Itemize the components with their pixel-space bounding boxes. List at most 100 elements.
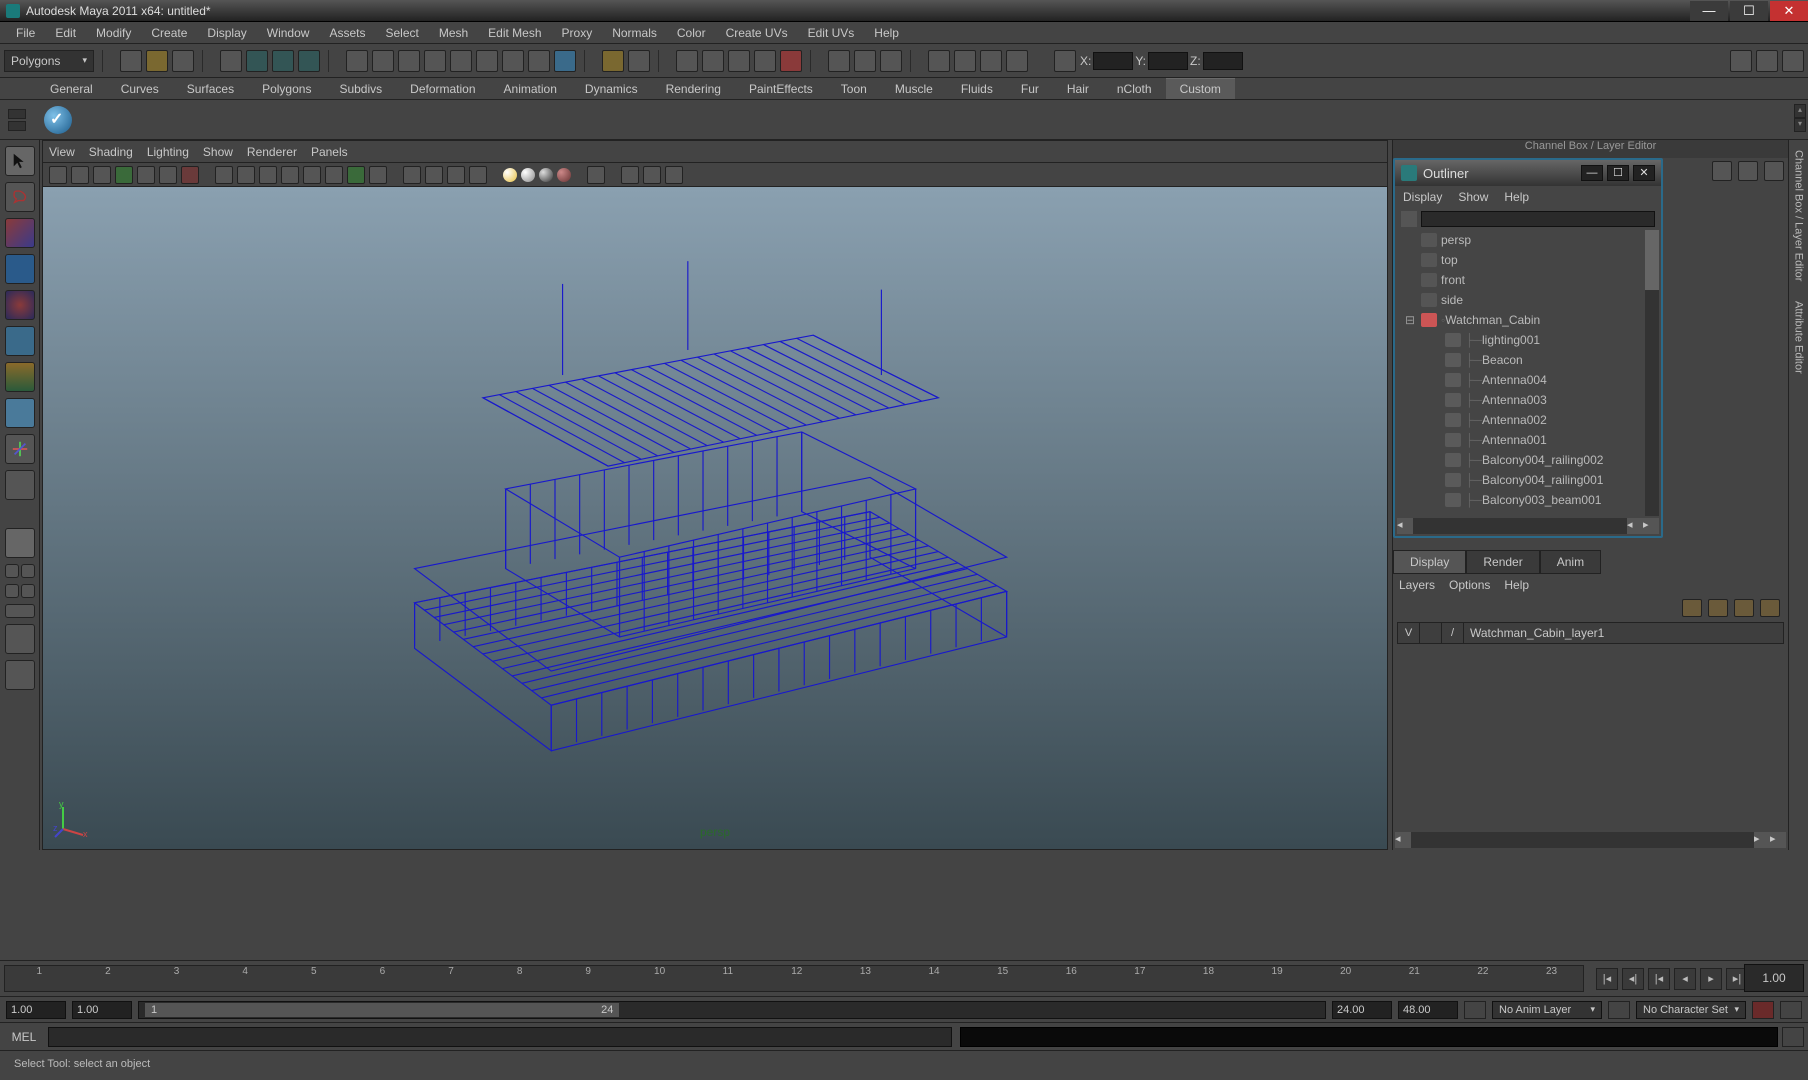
layout-four-button[interactable] — [854, 50, 876, 72]
new-scene-button[interactable] — [120, 50, 142, 72]
menu-assets[interactable]: Assets — [319, 26, 375, 40]
select-component-button[interactable] — [298, 50, 320, 72]
single-pane-layout[interactable] — [5, 528, 35, 558]
outliner-item[interactable]: ├─ Antenna004 — [1397, 370, 1659, 390]
shelf-tab-custom[interactable]: Custom — [1166, 78, 1235, 99]
layer-menu-options[interactable]: Options — [1449, 578, 1490, 592]
outliner-item[interactable]: ├─ Antenna002 — [1397, 410, 1659, 430]
render-settings-button[interactable] — [728, 50, 750, 72]
vp-film-origin-icon[interactable] — [237, 166, 255, 184]
y-input[interactable] — [1148, 52, 1188, 70]
outliner-item[interactable]: ⊟◦ Watchman_Cabin — [1397, 310, 1659, 330]
shelf-scroll[interactable]: ▴▾ — [1794, 104, 1806, 132]
vp-menu-view[interactable]: View — [49, 145, 75, 159]
range-start-inner[interactable] — [72, 1001, 132, 1019]
menu-help[interactable]: Help — [864, 26, 909, 40]
vp-bookmark-icon[interactable] — [71, 166, 89, 184]
outliner-item[interactable]: ├─ Balcony004_railing002 — [1397, 450, 1659, 470]
vp-xray-icon[interactable] — [447, 166, 465, 184]
tab-attribute-editor[interactable]: Attribute Editor — [1791, 291, 1807, 384]
anim-layer-dropdown[interactable]: No Anim Layer — [1492, 1001, 1602, 1019]
shelf-tab-fluids[interactable]: Fluids — [947, 79, 1007, 99]
outliner-item[interactable]: ├─ Balcony003_beam001 — [1397, 490, 1659, 510]
range-slider[interactable]: 124 — [138, 1001, 1326, 1019]
range-start-outer[interactable] — [6, 1001, 66, 1019]
shelf-tab-rendering[interactable]: Rendering — [652, 79, 735, 99]
layer-scroll-left[interactable]: ◂ — [1395, 832, 1411, 848]
shelf-large[interactable] — [8, 121, 26, 131]
layer-name[interactable]: Watchman_Cabin_layer1 — [1464, 626, 1783, 640]
range-end-outer[interactable] — [1398, 1001, 1458, 1019]
outliner-item[interactable]: persp — [1397, 230, 1659, 250]
outliner-item[interactable]: ├─ Beacon — [1397, 350, 1659, 370]
layer-row[interactable]: V / Watchman_Cabin_layer1 — [1397, 622, 1784, 644]
menu-edit-mesh[interactable]: Edit Mesh — [478, 26, 551, 40]
vp-field-chart-icon[interactable] — [181, 166, 199, 184]
shelf-tab-fur[interactable]: Fur — [1007, 79, 1053, 99]
outliner-item[interactable]: ├─ Antenna001 — [1397, 430, 1659, 450]
outliner-min[interactable]: — — [1581, 165, 1603, 181]
viewport-3d[interactable]: yxz persp — [43, 187, 1387, 849]
uv-editor-button[interactable] — [980, 50, 1002, 72]
character-set-dropdown[interactable]: No Character Set — [1636, 1001, 1746, 1019]
outliner-max[interactable]: ☐ — [1607, 165, 1629, 181]
menu-window[interactable]: Window — [257, 26, 320, 40]
hypershade-layout[interactable] — [5, 660, 35, 690]
play-back-button[interactable]: ◂ — [1674, 968, 1696, 990]
menu-edit[interactable]: Edit — [45, 26, 86, 40]
outliner-item[interactable]: ├─ Balcony004_railing001 — [1397, 470, 1659, 490]
three-layout[interactable] — [21, 584, 35, 598]
input-mode-button[interactable] — [1054, 50, 1076, 72]
play-forward-button[interactable]: ▸ — [1700, 968, 1722, 990]
vp-hq-icon[interactable] — [425, 166, 443, 184]
outliner-list[interactable]: persp top front side⊟◦ Watchman_Cabin├─ … — [1397, 230, 1659, 516]
vp-share-icon[interactable] — [665, 166, 683, 184]
vp-light-icon[interactable] — [369, 166, 387, 184]
outliner-menu-help[interactable]: Help — [1504, 190, 1529, 204]
shelf-tab-general[interactable]: General — [36, 79, 107, 99]
layer-scroll-right[interactable]: ▸ — [1754, 832, 1770, 848]
script-editor-button[interactable] — [1782, 1027, 1804, 1047]
outliner-hscroll[interactable]: ◂◂▸ — [1397, 518, 1659, 534]
channel-icon-2[interactable] — [1738, 161, 1758, 181]
layout-split-button[interactable] — [880, 50, 902, 72]
layer-scroll-end[interactable]: ▸ — [1770, 832, 1786, 848]
vp-menu-panels[interactable]: Panels — [311, 145, 348, 159]
two-side-layout[interactable] — [21, 564, 35, 578]
hscroll-right-a[interactable]: ◂ — [1627, 518, 1643, 534]
paint-select-tool[interactable] — [5, 218, 35, 248]
outliner-menu-show[interactable]: Show — [1458, 190, 1488, 204]
vp-safe-title-icon[interactable] — [281, 166, 299, 184]
menu-create[interactable]: Create — [141, 26, 197, 40]
maximize-button[interactable]: ☐ — [1730, 1, 1768, 21]
vp-xray-joints-icon[interactable] — [643, 166, 661, 184]
shelf-tab-surfaces[interactable]: Surfaces — [173, 79, 248, 99]
soft-mod-tool[interactable] — [5, 398, 35, 428]
layer-anim-icon[interactable] — [1760, 599, 1780, 617]
ipr-render-button[interactable] — [702, 50, 724, 72]
vp-shaded-icon[interactable] — [325, 166, 343, 184]
channel-box-toggle[interactable] — [1730, 50, 1752, 72]
tab-channel-box[interactable]: Channel Box / Layer Editor — [1791, 140, 1807, 291]
outliner-search-input[interactable] — [1421, 211, 1655, 227]
cancel-render-button[interactable] — [780, 50, 802, 72]
show-manip-tool[interactable] — [5, 434, 35, 464]
vp-isolate-select-icon[interactable] — [621, 166, 639, 184]
time-ruler[interactable]: 1234567891011121314151617181920212223 — [4, 965, 1584, 992]
shelf-tab-deformation[interactable]: Deformation — [396, 79, 489, 99]
graph-editor-button[interactable] — [1006, 50, 1028, 72]
x-input[interactable] — [1093, 52, 1133, 70]
visor-button[interactable] — [954, 50, 976, 72]
outliner-menu-display[interactable]: Display — [1403, 190, 1442, 204]
menu-proxy[interactable]: Proxy — [552, 26, 603, 40]
shelf-tab-painteffects[interactable]: PaintEffects — [735, 79, 827, 99]
vp-shadows-icon[interactable] — [403, 166, 421, 184]
custom-shelf-item[interactable] — [44, 106, 72, 134]
menu-display[interactable]: Display — [197, 26, 256, 40]
scale-tool[interactable] — [5, 326, 35, 356]
layer-tab-anim[interactable]: Anim — [1540, 550, 1601, 574]
universal-manip-tool[interactable] — [5, 362, 35, 392]
menu-select[interactable]: Select — [375, 26, 428, 40]
shelf-tab-hair[interactable]: Hair — [1053, 79, 1103, 99]
shelf-tab-subdivs[interactable]: Subdivs — [325, 79, 396, 99]
